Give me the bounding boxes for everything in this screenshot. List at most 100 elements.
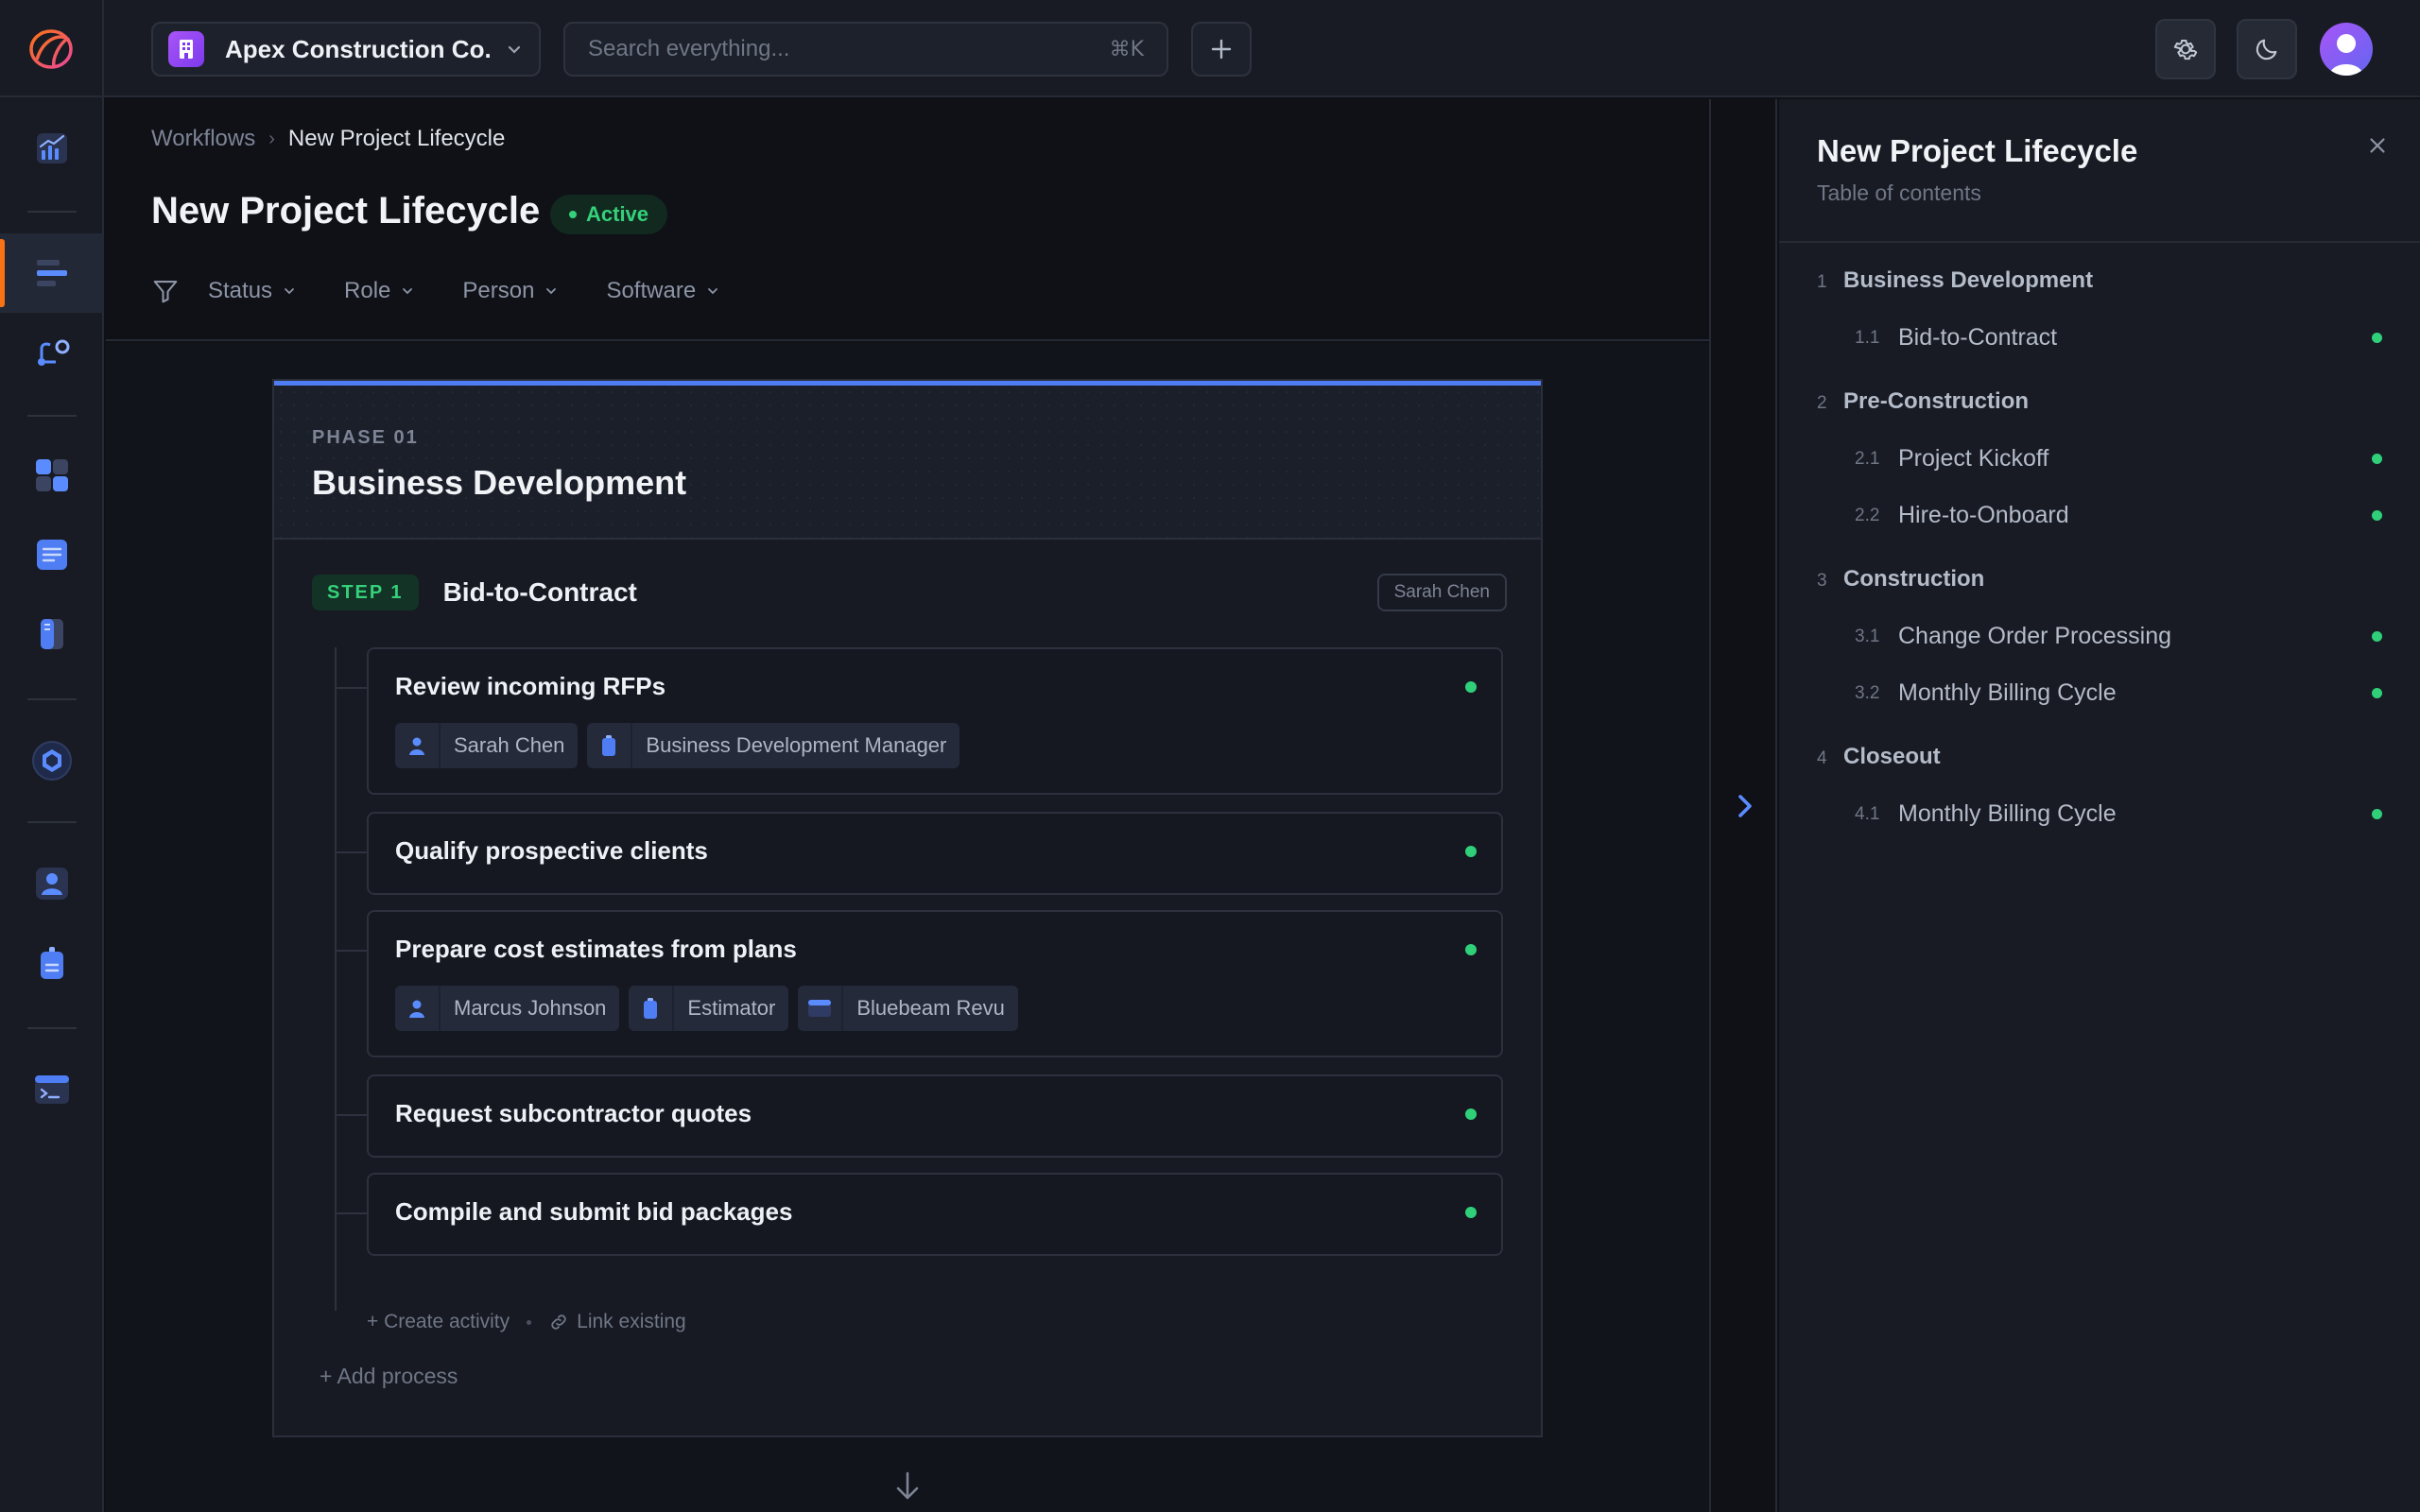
nav-people[interactable]: [0, 844, 104, 923]
nav-workflows[interactable]: [0, 233, 104, 313]
activity-card[interactable]: Compile and submit bid packages: [335, 1173, 1503, 1256]
chevron-down-icon: [403, 288, 413, 295]
breadcrumb-workflows-link[interactable]: Workflows: [151, 126, 255, 152]
activity-card[interactable]: Request subcontractor quotes: [335, 1074, 1503, 1158]
theme-toggle-button[interactable]: [2237, 19, 2297, 79]
toc-status-dot: [2372, 809, 2382, 819]
person-icon: [395, 986, 441, 1031]
toc-section[interactable]: 4 Closeout: [1817, 744, 1941, 770]
toc-section-number: 4: [1817, 748, 1827, 768]
role-tag[interactable]: Estimator: [629, 986, 789, 1031]
toc-item-label: Project Kickoff: [1898, 445, 2049, 472]
arrow-down-icon[interactable]: [892, 1469, 923, 1503]
add-process-button[interactable]: + Add process: [320, 1364, 458, 1389]
activity-card[interactable]: Review incoming RFPs Sarah Chen Business…: [335, 647, 1503, 795]
badge-icon: [587, 723, 633, 768]
phase-title[interactable]: Business Development: [312, 463, 686, 503]
phase-card: PHASE 01 Business Development STEP 1 Bid…: [272, 379, 1543, 1437]
settings-button[interactable]: [2155, 19, 2216, 79]
user-avatar[interactable]: [2320, 23, 2373, 76]
toc-title: New Project Lifecycle: [1817, 133, 2138, 168]
global-search[interactable]: ⌘K: [563, 22, 1168, 77]
nav-apps[interactable]: [0, 436, 104, 515]
action-separator: [527, 1319, 532, 1325]
link-existing-button[interactable]: Link existing: [548, 1311, 686, 1333]
toc-section[interactable]: 3 Construction: [1817, 566, 1984, 593]
toc-item[interactable]: 2.1 Project Kickoff: [1855, 445, 2382, 472]
grid-icon: [36, 459, 68, 491]
step-title[interactable]: Bid-to-Contract: [443, 577, 1377, 608]
create-activity-link[interactable]: + Create activity: [367, 1311, 510, 1333]
nav-documents[interactable]: [0, 515, 104, 594]
person-tag[interactable]: Marcus Johnson: [395, 986, 620, 1031]
side-nav: [0, 97, 104, 1512]
filter-status-label: Status: [208, 278, 273, 303]
filter-software-label: Software: [606, 278, 697, 303]
app-logo[interactable]: [0, 0, 104, 97]
activity-status-dot: [1465, 846, 1477, 857]
nav-processes[interactable]: [0, 313, 104, 392]
filter-person[interactable]: Person: [462, 278, 559, 304]
toc-section-label: Pre-Construction: [1843, 388, 2030, 414]
filter-bar: Status Role Person Software: [151, 277, 768, 305]
activity-title: Prepare cost estimates from plans: [395, 935, 797, 963]
nav-integrations[interactable]: [0, 721, 104, 800]
person-icon: [395, 723, 441, 768]
toc-item-label: Monthly Billing Cycle: [1898, 800, 2117, 827]
toc-item[interactable]: 1.1 Bid-to-Contract: [1855, 324, 2382, 352]
tag-label: Bluebeam Revu: [856, 996, 1005, 1020]
device-icon: [41, 619, 63, 649]
filter-role[interactable]: Role: [344, 278, 415, 304]
tag-label: Estimator: [687, 996, 776, 1020]
activity-title: Compile and submit bid packages: [395, 1197, 793, 1226]
activity-title: Qualify prospective clients: [395, 836, 708, 865]
nav-devices[interactable]: [0, 594, 104, 674]
window-icon: [798, 986, 844, 1031]
activity-card[interactable]: Prepare cost estimates from plans Marcus…: [335, 910, 1503, 1057]
company-switcher[interactable]: Apex Construction Co.: [151, 22, 541, 77]
toc-item-number: 2.2: [1855, 505, 1880, 525]
nav-analytics[interactable]: [0, 109, 104, 188]
software-tag[interactable]: Bluebeam Revu: [798, 986, 1018, 1031]
toc-item[interactable]: 3.1 Change Order Processing: [1855, 623, 2382, 650]
filter-software[interactable]: Software: [606, 278, 720, 304]
toc-section-label: Business Development: [1843, 267, 2094, 293]
search-input[interactable]: [588, 36, 1110, 62]
toc-item[interactable]: 2.2 Hire-to-Onboard: [1855, 502, 2382, 529]
toc-item-label: Change Order Processing: [1898, 623, 2172, 649]
phase-header: PHASE 01 Business Development: [274, 381, 1541, 540]
panel-collapse-strip: [1709, 99, 1777, 1512]
filter-status[interactable]: Status: [208, 278, 297, 304]
logo-icon: [29, 28, 73, 69]
toc-status-dot: [2372, 454, 2382, 464]
top-bar: Apex Construction Co. ⌘K: [0, 0, 2420, 97]
toc-status-dot: [2372, 510, 2382, 521]
role-tag[interactable]: Business Development Manager: [587, 723, 960, 768]
toc-section[interactable]: 1 Business Development: [1817, 267, 2093, 294]
toc-status-dot: [2372, 688, 2382, 698]
toc-item-number: 1.1: [1855, 327, 1880, 348]
toc-item-number: 3.1: [1855, 626, 1880, 646]
close-icon[interactable]: [2365, 133, 2390, 158]
add-button[interactable]: [1191, 22, 1252, 77]
toc-item[interactable]: 3.2 Monthly Billing Cycle: [1855, 679, 2382, 707]
gear-icon: [2173, 40, 2198, 60]
toc-item[interactable]: 4.1 Monthly Billing Cycle: [1855, 800, 2382, 828]
activity-status-dot: [1465, 681, 1477, 693]
search-shortcut: ⌘K: [1109, 37, 1144, 61]
nav-roles[interactable]: [0, 923, 104, 1003]
toc-status-dot: [2372, 333, 2382, 343]
breadcrumb-current: New Project Lifecycle: [287, 126, 506, 151]
activity-card[interactable]: Qualify prospective clients: [335, 812, 1503, 895]
toc-section-label: Construction: [1843, 566, 1985, 592]
activity-status-dot: [1465, 1108, 1477, 1120]
phase-label: PHASE 01: [312, 427, 419, 448]
link-existing-label: Link existing: [577, 1311, 686, 1332]
step-owner-chip[interactable]: Sarah Chen: [1376, 574, 1507, 611]
badge-icon: [629, 986, 675, 1031]
person-tag[interactable]: Sarah Chen: [395, 723, 579, 768]
nav-software[interactable]: [0, 1050, 104, 1129]
toc-section[interactable]: 2 Pre-Construction: [1817, 388, 2029, 415]
step-row: STEP 1 Bid-to-Contract Sarah Chen: [312, 574, 1507, 611]
chevron-right-icon[interactable]: [1734, 789, 1756, 823]
